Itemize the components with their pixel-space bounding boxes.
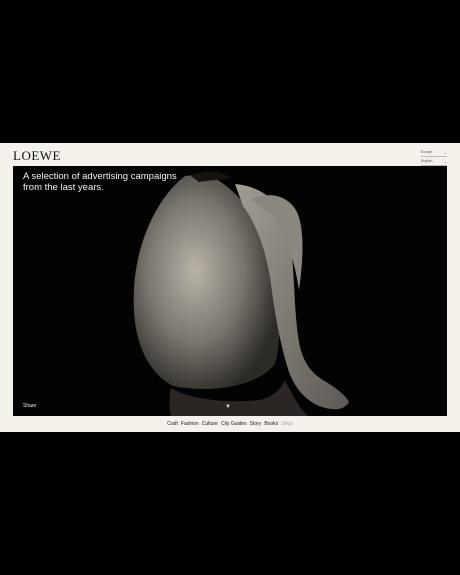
- nav-item-city-guides[interactable]: City Guides: [221, 421, 247, 427]
- campaign-photo: [13, 166, 447, 416]
- locale-selects: Europe ⌄ English ⌄: [421, 148, 447, 166]
- nav-item-craft[interactable]: Craft: [167, 421, 178, 427]
- loewe-logo[interactable]: LOEWE: [13, 148, 61, 164]
- page: LOEWE Europe ⌄ English ⌄ A selection of …: [0, 143, 460, 432]
- nav-item-shop[interactable]: Shop: [281, 421, 293, 427]
- nav-item-culture[interactable]: Culture: [202, 421, 218, 427]
- hero-headline: A selection of advertising campaigns fro…: [23, 171, 177, 193]
- bottom-nav: Craft Fashion Culture City Guides Story Books…: [0, 421, 460, 427]
- region-select[interactable]: Europe ⌄: [421, 148, 447, 157]
- chevron-down-icon: ⌄: [443, 149, 447, 155]
- language-select[interactable]: English ⌄: [421, 157, 447, 166]
- nav-item-story[interactable]: Story: [250, 421, 262, 427]
- region-select-value: Europe: [421, 150, 433, 154]
- chevron-down-icon: ⌄: [443, 158, 447, 164]
- share-button[interactable]: Share: [23, 403, 36, 409]
- nav-item-fashion[interactable]: Fashion: [181, 421, 199, 427]
- nav-item-books[interactable]: Books: [264, 421, 278, 427]
- language-select-value: English: [421, 159, 433, 163]
- scroll-down-icon[interactable]: ▼: [225, 404, 231, 410]
- hero-campaign-image[interactable]: A selection of advertising campaigns fro…: [13, 166, 447, 416]
